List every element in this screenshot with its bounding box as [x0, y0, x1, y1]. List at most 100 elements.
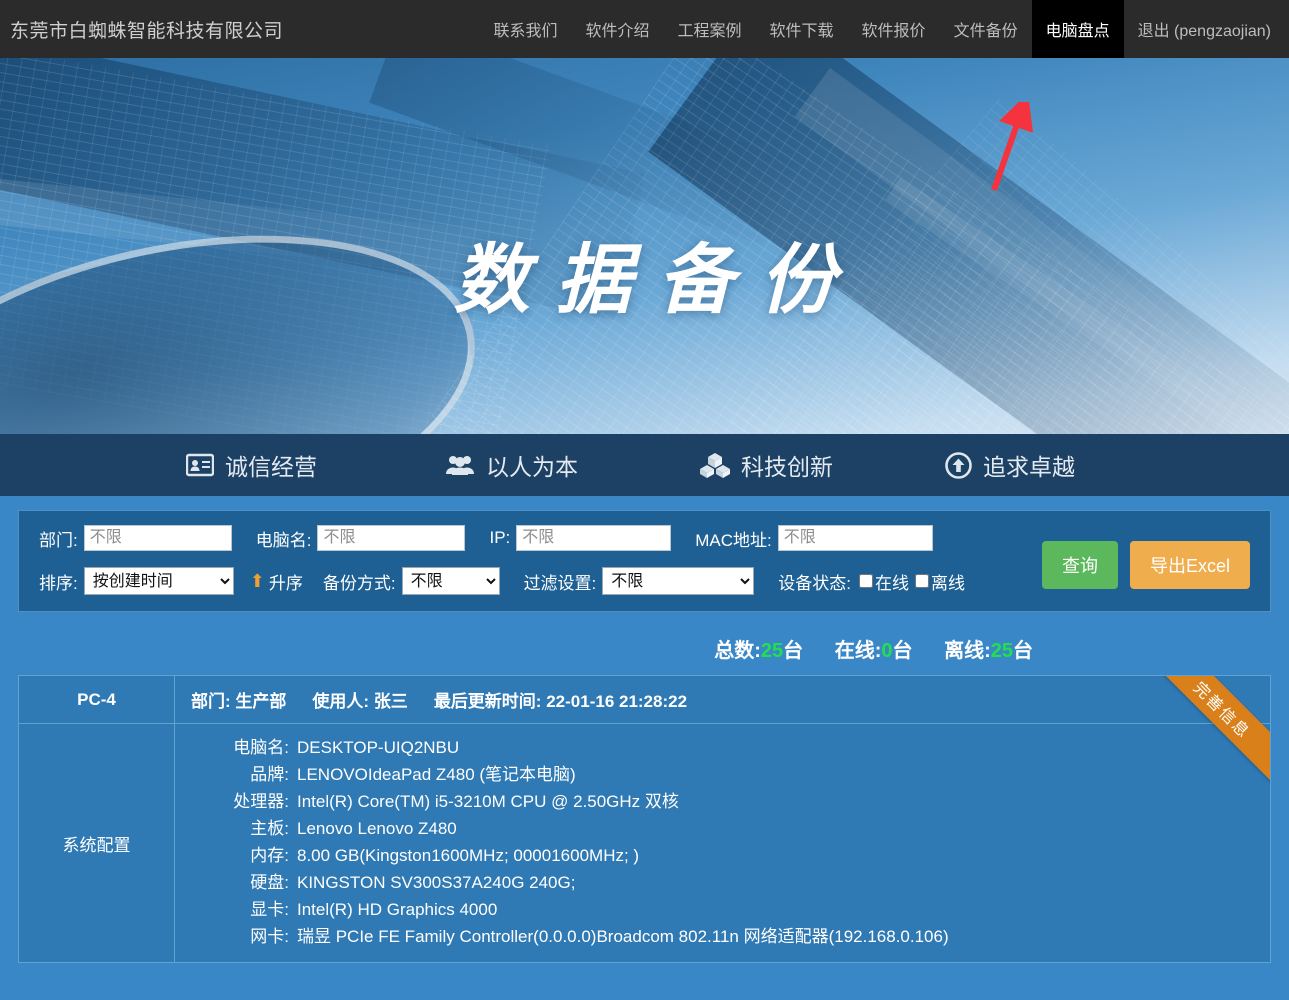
online-checkbox[interactable]	[859, 574, 874, 588]
device-card-body: 系统配置 电脑名: DESKTOP-UIQ2NBU 品牌: LENOVOIdea…	[19, 724, 1270, 962]
ip-label: IP:	[489, 528, 511, 547]
device-user-value: 张三	[373, 692, 408, 711]
nav-item-project-cases[interactable]: 工程案例	[664, 0, 756, 58]
value-item-excellence: 追求卓越	[945, 448, 1075, 482]
spec-value-motherboard: Lenovo Lenovo Z480	[297, 819, 457, 838]
spec-row-memory: 内存: 8.00 GB(Kingston1600MHz; 00001600MHz…	[175, 842, 1270, 869]
mac-input[interactable]	[777, 525, 933, 551]
spec-row-cpu: 处理器: Intel(R) Core(TM) i5-3210M CPU @ 2.…	[175, 788, 1270, 815]
spec-value-cpu: Intel(R) Core(TM) i5-3210M CPU @ 2.50GHz…	[297, 792, 679, 811]
device-updated-label: 最后更新时间:	[433, 692, 542, 711]
offline-checkbox-label: 离线	[931, 573, 966, 593]
nav-item-software-download[interactable]: 软件下载	[756, 0, 848, 58]
nav-item-computer-inventory[interactable]: 电脑盘点	[1031, 0, 1124, 58]
system-config-label: 系统配置	[19, 724, 175, 962]
sort-order-label: 升序	[268, 573, 303, 593]
ip-input[interactable]	[516, 525, 672, 551]
filter-setting-select[interactable]: 不限	[602, 567, 755, 595]
filter-setting-label: 过滤设置:	[523, 573, 597, 593]
spec-key-memory: 内存:	[250, 846, 289, 865]
device-card[interactable]: 完善信息 PC-4 部门: 生产部 使用人: 张三 最后更新时间: 22-01-…	[18, 675, 1271, 963]
users-icon	[446, 456, 474, 475]
device-user: 使用人: 张三	[312, 687, 407, 712]
device-card-header: PC-4 部门: 生产部 使用人: 张三 最后更新时间: 22-01-16 21…	[19, 676, 1270, 724]
device-name: PC-4	[19, 676, 175, 723]
sort-label: 排序:	[39, 573, 78, 593]
hero-banner: 数据备份	[0, 58, 1289, 434]
backup-mode-select[interactable]: 不限	[401, 567, 500, 595]
spec-key-computer-name: 电脑名:	[233, 738, 289, 757]
spec-value-memory: 8.00 GB(Kingston1600MHz; 00001600MHz; )	[297, 846, 640, 865]
stat-total: 总数:25台	[714, 640, 803, 662]
spec-value-disk: KINGSTON SV300S37A240G 240G;	[297, 873, 576, 892]
nav-item-file-backup[interactable]: 文件备份	[940, 0, 1032, 58]
arrow-up-circle-icon	[945, 451, 972, 479]
cubes-icon	[700, 453, 730, 478]
mac-label: MAC地址:	[695, 530, 772, 550]
device-department-label: 部门:	[191, 692, 231, 711]
device-updated: 最后更新时间: 22-01-16 21:28:22	[434, 687, 687, 712]
arrow-up-icon: ⬆	[249, 571, 265, 591]
stat-online-unit: 台	[892, 640, 913, 662]
nav-item-contact[interactable]: 联系我们	[479, 0, 571, 58]
spec-key-network: 网卡:	[250, 927, 289, 946]
value-item-integrity: 诚信经营	[186, 448, 317, 482]
backup-mode-label: 备份方式:	[322, 573, 396, 593]
main-content: 部门: 电脑名: IP: MAC地址: 排序: 按创建时间 ⬆ 升序 备份方式:…	[0, 510, 1289, 963]
stat-offline-unit: 台	[1013, 640, 1033, 662]
id-card-icon	[186, 453, 214, 477]
stat-total-label: 总数:	[714, 640, 761, 662]
value-label-innovation: 科技创新	[741, 454, 833, 480]
spec-value-computer-name: DESKTOP-UIQ2NBU	[297, 738, 460, 757]
computer-name-input[interactable]	[317, 525, 466, 551]
value-label-integrity: 诚信经营	[225, 454, 317, 480]
query-button[interactable]: 查询	[1041, 541, 1118, 589]
spec-value-network: 瑞昱 PCIe FE Family Controller(0.0.0.0)Bro…	[297, 927, 949, 946]
sort-order-toggle[interactable]: ⬆ 升序	[250, 569, 303, 594]
value-label-excellence: 追求卓越	[983, 454, 1075, 480]
company-brand-title: 东莞市白蜘蛛智能科技有限公司	[10, 20, 284, 42]
device-status-label: 设备状态:	[778, 573, 852, 593]
spec-row-disk: 硬盘: KINGSTON SV300S37A240G 240G;	[175, 869, 1270, 896]
spec-row-gpu: 显卡: Intel(R) HD Graphics 4000	[175, 896, 1270, 923]
offline-checkbox[interactable]	[915, 574, 930, 588]
system-config-list: 电脑名: DESKTOP-UIQ2NBU 品牌: LENOVOIdeaPad Z…	[175, 724, 1270, 962]
nav-item-logout[interactable]: 退出 (pengzaojian)	[1124, 0, 1289, 58]
nav-item-software-pricing[interactable]: 软件报价	[848, 0, 940, 58]
department-label: 部门:	[39, 530, 78, 550]
spec-key-gpu: 显卡:	[250, 900, 289, 919]
stat-online: 在线:0台	[835, 640, 913, 662]
device-status-checkbox-group: 在线 离线	[859, 569, 971, 594]
stat-online-value: 0	[881, 640, 893, 662]
export-excel-button[interactable]: 导出Excel	[1129, 541, 1250, 589]
stat-offline-label: 离线:	[944, 640, 991, 662]
sort-select[interactable]: 按创建时间	[83, 567, 234, 595]
spec-row-network: 网卡: 瑞昱 PCIe FE Family Controller(0.0.0.0…	[175, 923, 1270, 950]
search-filter-panel: 部门: 电脑名: IP: MAC地址: 排序: 按创建时间 ⬆ 升序 备份方式:…	[18, 510, 1271, 612]
spec-key-disk: 硬盘:	[250, 873, 289, 892]
stat-total-unit: 台	[783, 640, 804, 662]
stat-total-value: 25	[760, 640, 784, 662]
spec-value-gpu: Intel(R) HD Graphics 4000	[297, 900, 498, 919]
value-item-innovation: 科技创新	[700, 448, 833, 482]
spec-key-brand: 品牌:	[250, 765, 289, 784]
nav-item-software-intro[interactable]: 软件介绍	[572, 0, 664, 58]
spec-value-brand: LENOVOIdeaPad Z480 (笔记本电脑)	[297, 765, 576, 784]
device-department: 部门: 生产部	[191, 687, 286, 712]
device-updated-value: 22-01-16 21:28:22	[546, 692, 688, 711]
device-department-value: 生产部	[235, 692, 287, 711]
stat-offline-value: 25	[990, 640, 1013, 662]
panel-action-buttons: 查询 导出Excel	[1041, 541, 1250, 589]
spec-row-computer-name: 电脑名: DESKTOP-UIQ2NBU	[175, 734, 1270, 761]
online-checkbox-label: 在线	[875, 573, 910, 593]
value-item-people-first: 以人为本	[445, 448, 578, 482]
stat-offline: 离线:25台	[944, 640, 1033, 662]
computer-name-label: 电脑名:	[255, 530, 312, 550]
device-user-label: 使用人:	[312, 692, 370, 711]
device-count-summary: 总数:25台 在线:0台 离线:25台	[18, 634, 1271, 663]
stat-online-label: 在线:	[834, 640, 882, 662]
department-input[interactable]	[83, 525, 232, 551]
company-values-strip: 诚信经营 以人为本 科技创新 追求卓越	[0, 434, 1289, 496]
device-meta: 部门: 生产部 使用人: 张三 最后更新时间: 22-01-16 21:28:2…	[175, 676, 1270, 723]
spec-key-cpu: 处理器:	[233, 792, 289, 811]
